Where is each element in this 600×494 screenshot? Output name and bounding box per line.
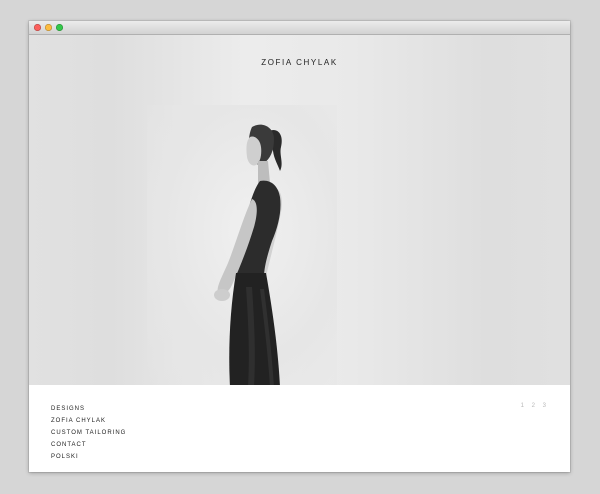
main-nav: DESIGNS ZOFIA CHYLAK CUSTOM TAILORING CO… — [51, 403, 126, 463]
nav-custom-tailoring[interactable]: CUSTOM TAILORING — [51, 427, 126, 439]
nav-designs[interactable]: DESIGNS — [51, 403, 126, 415]
minimize-window-button[interactable] — [45, 24, 52, 31]
browser-window: ZOFIA CHYLAK DESIGNS ZOFIA CHYLAK CUSTOM… — [29, 21, 570, 472]
footer-nav-area: DESIGNS ZOFIA CHYLAK CUSTOM TAILORING CO… — [29, 385, 570, 472]
zoom-window-button[interactable] — [56, 24, 63, 31]
window-titlebar — [29, 21, 570, 35]
model-photo — [214, 124, 282, 387]
nav-contact[interactable]: CONTACT — [51, 439, 126, 451]
pager-page-3[interactable]: 3 — [543, 403, 548, 409]
pager-page-1[interactable]: 1 — [521, 403, 526, 409]
pager-page-2[interactable]: 2 — [532, 403, 537, 409]
hero-section: ZOFIA CHYLAK — [29, 35, 570, 387]
slide-pager: 1 2 3 — [519, 403, 548, 409]
close-window-button[interactable] — [34, 24, 41, 31]
nav-polski[interactable]: POLSKI — [51, 451, 126, 463]
nav-zofia-chylak[interactable]: ZOFIA CHYLAK — [51, 415, 126, 427]
site-logo[interactable]: ZOFIA CHYLAK — [29, 58, 570, 67]
